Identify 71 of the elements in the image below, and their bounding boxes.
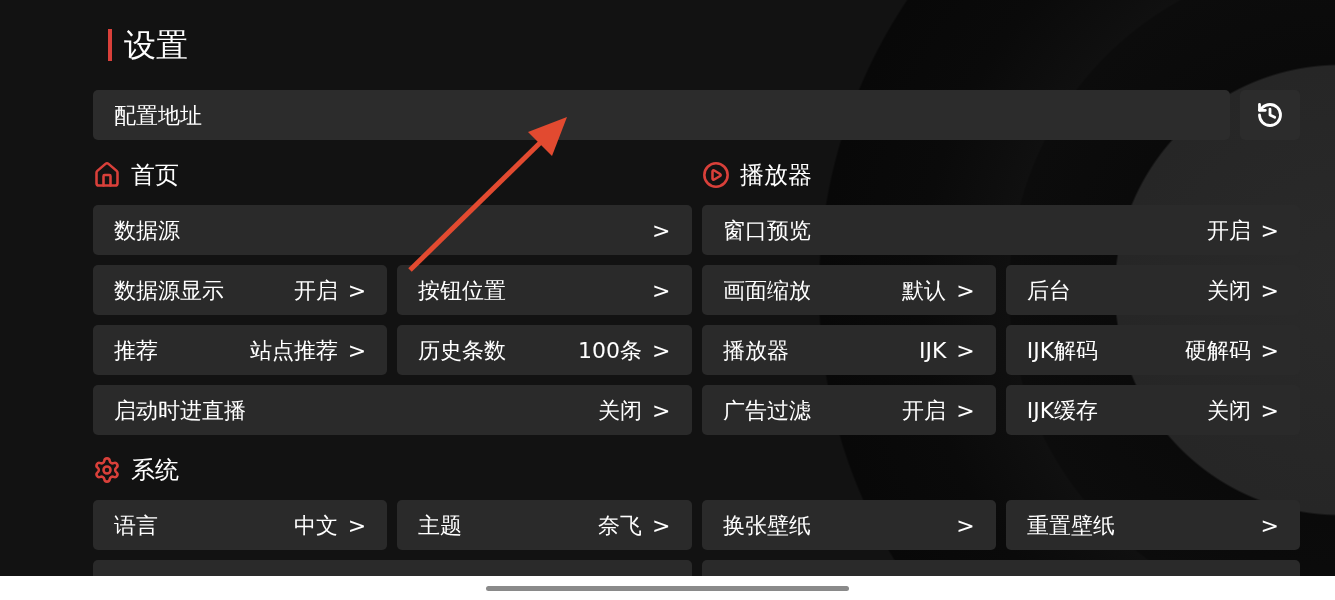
settings-tile[interactable]: 启动时进直播 关闭 >	[93, 385, 692, 435]
settings-tile[interactable]: 数据源 >	[93, 205, 692, 255]
page-title: 设置	[124, 25, 188, 66]
setting-value: 关闭	[598, 396, 643, 425]
setting-label: 播放器	[722, 336, 789, 365]
settings-tile[interactable]: 播放器 IJK >	[701, 325, 996, 375]
setting-value: 中文	[293, 511, 338, 540]
section-title: 首页	[131, 160, 179, 191]
setting-label: 启动时进直播	[114, 396, 246, 425]
settings-tile[interactable]: 广告过滤 开启 >	[701, 385, 996, 435]
chevron: >	[1260, 216, 1279, 245]
setting-label: 广告过滤	[722, 396, 811, 425]
chevron: >	[652, 511, 671, 540]
section-title: 系统	[131, 455, 179, 486]
chevron: >	[1260, 276, 1279, 305]
chevron: >	[1260, 336, 1279, 365]
settings-tile[interactable]: 重置壁纸 >	[1005, 500, 1300, 550]
setting-label: 数据源显示	[114, 276, 224, 305]
settings-tile[interactable]: 按钮位置 >	[397, 265, 692, 315]
play-icon	[701, 161, 730, 189]
chevron: >	[347, 511, 367, 540]
setting-label: 主题	[418, 511, 463, 540]
settings-tile[interactable]: 语言 中文 >	[93, 500, 388, 550]
setting-label: 历史条数	[418, 336, 507, 365]
setting-label: 数据源	[114, 216, 180, 245]
setting-value: 100条	[578, 336, 643, 365]
settings-tile[interactable]: 主题 奈飞 >	[397, 500, 692, 550]
chevron: >	[652, 396, 671, 425]
setting-label: 后台	[1026, 276, 1071, 305]
settings-tile[interactable]: 画面缩放 默认 >	[701, 265, 996, 315]
chevron: >	[347, 276, 367, 305]
chevron: >	[652, 336, 671, 365]
setting-label: 窗口预览	[722, 216, 811, 245]
setting-label: 画面缩放	[722, 276, 811, 305]
setting-value: 开启	[1206, 216, 1251, 245]
setting-value: 关闭	[1206, 396, 1251, 425]
chevron: >	[956, 511, 975, 540]
setting-label: IJK解码	[1026, 336, 1099, 365]
chevron: >	[347, 336, 367, 365]
chevron: >	[652, 216, 671, 245]
setting-value: 硬解码	[1184, 336, 1251, 365]
chevron: >	[652, 276, 671, 305]
chevron: >	[956, 336, 975, 365]
setting-label: 换张壁纸	[722, 511, 811, 540]
chevron: >	[1260, 511, 1279, 540]
setting-value: 关闭	[1206, 276, 1251, 305]
settings-tile[interactable]: 换张壁纸 >	[701, 500, 996, 550]
chevron: >	[956, 276, 975, 305]
config-url-field[interactable]: 配置地址	[93, 90, 1230, 140]
settings-tile[interactable]: 历史条数 100条 >	[397, 325, 692, 375]
setting-value: 开启	[902, 396, 947, 425]
settings-tile[interactable]: 推荐 站点推荐 >	[93, 325, 388, 375]
setting-label: 按钮位置	[418, 276, 507, 305]
home-icon	[93, 161, 121, 189]
history-icon	[1256, 101, 1284, 129]
setting-value: IJK	[918, 336, 947, 365]
setting-value: 开启	[293, 276, 338, 305]
settings-icon	[93, 456, 121, 484]
setting-value: 站点推荐	[249, 336, 338, 365]
history-button[interactable]	[1240, 90, 1300, 140]
chevron: >	[956, 396, 975, 425]
settings-tile[interactable]: 数据源显示 开启 >	[93, 265, 388, 315]
chevron: >	[1260, 396, 1279, 425]
setting-value: 默认	[902, 276, 947, 305]
setting-label: 语言	[114, 511, 158, 540]
setting-value: 奈飞	[598, 511, 643, 540]
section-title: 播放器	[739, 160, 812, 191]
setting-label: IJK缓存	[1026, 396, 1099, 425]
setting-label: 推荐	[114, 336, 158, 365]
setting-label: 重置壁纸	[1026, 511, 1115, 540]
title-accent-bar	[108, 29, 112, 61]
